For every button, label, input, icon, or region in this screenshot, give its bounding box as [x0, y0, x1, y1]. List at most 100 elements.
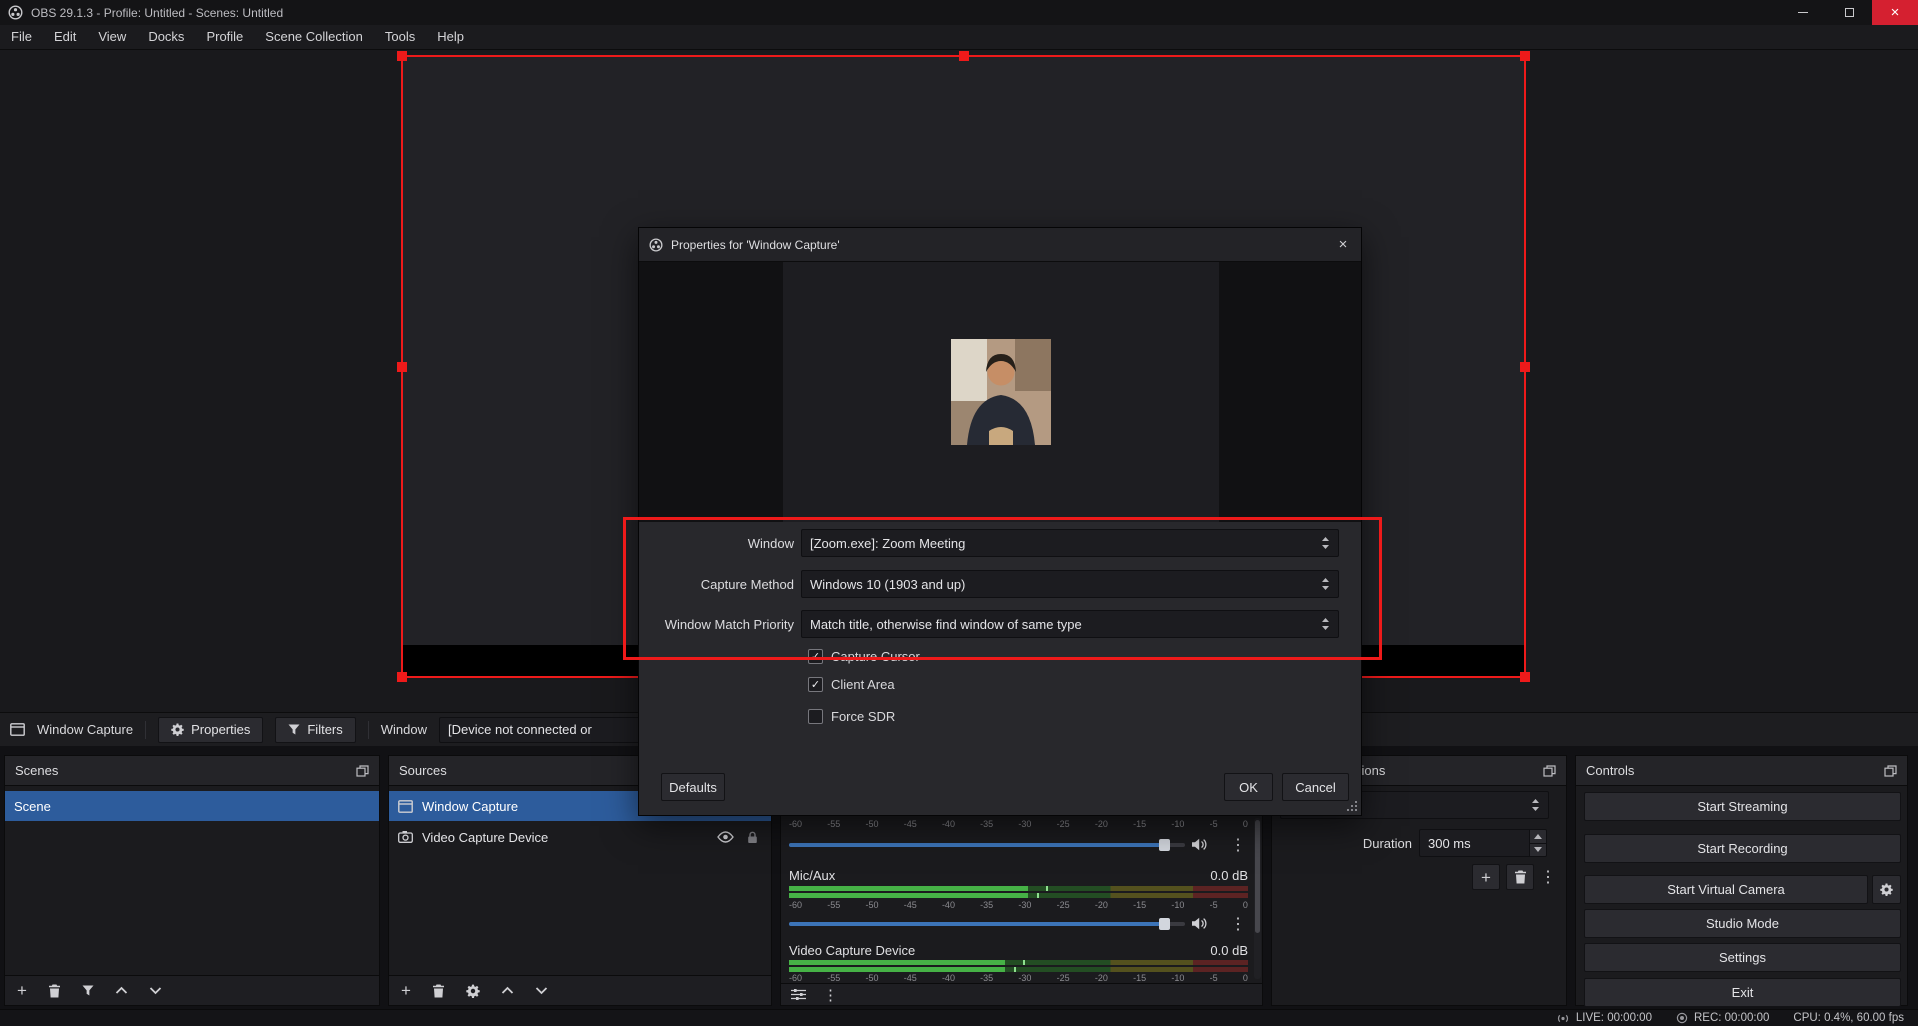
filters-button[interactable]: Filters [275, 716, 356, 743]
move-scene-up-button[interactable] [115, 986, 128, 995]
menu-tools[interactable]: Tools [374, 25, 426, 49]
gear-icon [171, 723, 184, 736]
add-source-button[interactable]: + [401, 982, 411, 999]
remove-source-button[interactable] [432, 984, 445, 998]
source-name: Video Capture Device [422, 829, 549, 845]
lock-toggle[interactable] [747, 831, 758, 844]
capture-method-value: Windows 10 (1903 and up) [810, 576, 966, 592]
menu-view[interactable]: View [87, 25, 137, 49]
selection-handle-mid-left[interactable] [397, 361, 407, 372]
selection-handle-top-center[interactable] [958, 51, 969, 61]
duration-spinbox[interactable]: 300 ms [1419, 829, 1547, 857]
start-recording-button[interactable]: Start Recording [1584, 834, 1901, 863]
channel-menu-button[interactable]: ⋮ [1230, 914, 1246, 934]
studio-mode-button[interactable]: Studio Mode [1584, 909, 1901, 938]
virtual-camera-settings-button[interactable] [1872, 875, 1901, 904]
menu-docks[interactable]: Docks [137, 25, 195, 49]
volume-slider[interactable] [789, 914, 1185, 934]
dock-icon[interactable] [1884, 764, 1897, 777]
scene-filters-button[interactable] [82, 985, 94, 996]
client-area-checkbox[interactable]: ✓ [808, 676, 823, 692]
capture-method-combo[interactable]: Windows 10 (1903 and up) [801, 570, 1339, 598]
db-tick-label: -55 [827, 900, 841, 910]
mixer-menu-button[interactable]: ⋮ [823, 986, 838, 1004]
menu-scene-collection[interactable]: Scene Collection [254, 25, 374, 49]
dialog-resize-grip[interactable] [1346, 800, 1358, 812]
db-scale: -60 -55 -50 -45 -40 -35 -30 -25 -20 -15 -10 -5 0 [789, 819, 1248, 831]
dialog-close-button[interactable]: × [1325, 228, 1361, 262]
duration-up-button[interactable] [1530, 830, 1546, 843]
window-match-priority-combo[interactable]: Match title, otherwise find window of sa… [801, 610, 1339, 638]
selected-source-label: Window Capture [37, 722, 134, 737]
menu-file[interactable]: File [0, 25, 43, 49]
db-tick-label: -55 [827, 819, 841, 829]
mute-toggle-speaker-icon[interactable] [1191, 917, 1208, 930]
window-capture-icon [10, 723, 25, 736]
slider-handle[interactable] [1159, 839, 1171, 851]
advanced-audio-properties-button[interactable] [791, 988, 806, 1001]
scenes-panel-header: Scenes [5, 756, 379, 786]
force-sdr-checkbox[interactable] [808, 708, 823, 724]
volume-slider[interactable] [789, 835, 1185, 855]
transitions-menu-button[interactable]: ⋮ [1540, 867, 1556, 887]
db-tick-label: -5 [1209, 900, 1218, 910]
mixer-scrollbar[interactable] [1254, 818, 1261, 979]
duration-spin-buttons[interactable] [1529, 830, 1546, 856]
channel-menu-button[interactable]: ⋮ [1230, 835, 1246, 855]
window-select-combo[interactable]: [Zoom.exe]: Zoom Meeting [801, 529, 1339, 557]
db-tick-label: 0 [1242, 900, 1248, 910]
selection-handle-bottom-left[interactable] [397, 672, 407, 682]
window-select-value: [Zoom.exe]: Zoom Meeting [810, 535, 966, 551]
filter-icon [288, 724, 300, 735]
db-tick-label: -10 [1171, 900, 1185, 910]
dialog-title: Properties for 'Window Capture' [671, 237, 840, 252]
selection-handle-mid-right[interactable] [1520, 361, 1530, 372]
menu-edit[interactable]: Edit [43, 25, 87, 49]
visibility-toggle[interactable] [717, 831, 734, 843]
remove-scene-button[interactable] [48, 984, 61, 998]
move-source-up-button[interactable] [501, 986, 514, 995]
move-scene-down-button[interactable] [149, 986, 162, 995]
selection-handle-top-right[interactable] [1520, 51, 1530, 61]
client-area-row: ✓ Client Area [808, 674, 895, 694]
duration-down-button[interactable] [1530, 842, 1546, 856]
defaults-button[interactable]: Defaults [661, 773, 725, 801]
db-tick-label: -50 [865, 900, 879, 910]
add-scene-button[interactable]: + [17, 982, 27, 999]
menu-profile[interactable]: Profile [195, 25, 254, 49]
selection-handle-top-left[interactable] [397, 51, 407, 61]
start-streaming-button[interactable]: Start Streaming [1584, 792, 1901, 821]
controls-panel-title: Controls [1586, 763, 1635, 778]
db-tick-label: -20 [1094, 819, 1108, 829]
capture-cursor-checkbox[interactable]: ✓ [808, 648, 823, 664]
dock-icon[interactable] [356, 764, 369, 777]
dock-icon[interactable] [1543, 764, 1556, 777]
minimize-button[interactable] [1780, 0, 1826, 25]
selection-handle-bottom-right[interactable] [1520, 672, 1530, 682]
channel-name: Mic/Aux [789, 868, 836, 883]
maximize-button[interactable] [1826, 0, 1872, 25]
close-button[interactable]: × [1872, 0, 1918, 25]
properties-button[interactable]: Properties [158, 716, 264, 743]
mute-toggle-speaker-icon[interactable] [1191, 838, 1208, 851]
slider-handle[interactable] [1159, 918, 1171, 930]
cancel-button[interactable]: Cancel [1282, 773, 1349, 801]
start-virtual-camera-button[interactable]: Start Virtual Camera [1584, 875, 1868, 904]
scene-list-item[interactable]: Scene [5, 791, 379, 821]
menu-help[interactable]: Help [426, 25, 475, 49]
dialog-title-bar[interactable]: Properties for 'Window Capture' × [639, 228, 1361, 262]
duration-value: 300 ms [1428, 835, 1471, 851]
move-source-down-button[interactable] [535, 986, 548, 995]
window-title-bar: OBS 29.1.3 - Profile: Untitled - Scenes:… [0, 0, 1918, 25]
remove-transition-button[interactable] [1506, 864, 1534, 890]
window-controls: × [1780, 0, 1918, 25]
settings-button[interactable]: Settings [1584, 943, 1901, 972]
status-cpu: CPU: 0.4%, 60.00 fps [1793, 1012, 1904, 1024]
add-transition-button[interactable]: + [1472, 864, 1500, 890]
combo-arrows-icon [1315, 617, 1330, 631]
source-row-video-capture-device[interactable]: Video Capture Device [389, 822, 771, 852]
exit-button[interactable]: Exit [1584, 978, 1901, 1007]
camera-icon [398, 831, 413, 843]
source-properties-button[interactable] [466, 984, 480, 998]
ok-button[interactable]: OK [1224, 773, 1273, 801]
